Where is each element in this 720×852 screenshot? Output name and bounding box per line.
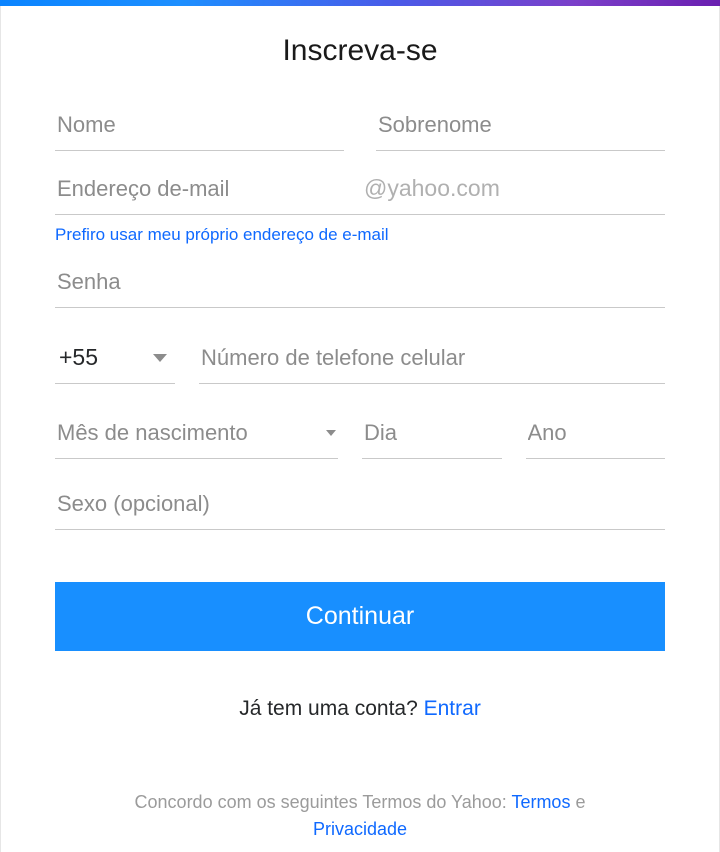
phone-field [199,335,665,384]
phone-row: +55 [55,334,665,384]
email-domain-label: @yahoo.com [354,165,665,215]
email-input[interactable] [55,166,354,215]
first-name-input[interactable] [55,102,344,151]
gender-input[interactable] [55,481,665,530]
country-code-select[interactable]: +55 [55,334,175,384]
already-question: Já tem uma conta? [239,697,423,720]
birthdate-row: Mês de nascimento [55,410,665,459]
page-title: Inscreva-se [55,34,665,68]
birth-year-field [526,410,666,459]
birth-month-label: Mês de nascimento [57,420,248,446]
birth-year-input[interactable] [526,410,666,459]
continue-button[interactable]: Continuar [55,582,665,651]
birth-day-input[interactable] [362,410,502,459]
gender-row [55,481,665,530]
name-row [55,102,665,151]
login-link[interactable]: Entrar [424,697,481,720]
first-name-field [55,102,344,151]
last-name-field [376,102,665,151]
chevron-down-icon [326,430,336,436]
last-name-input[interactable] [376,102,665,151]
password-row [55,259,665,308]
country-code-value: +55 [59,344,98,371]
use-own-email-link[interactable]: Prefiro usar meu próprio endereço de e-m… [55,225,389,245]
agree-and: e [570,792,585,812]
chevron-down-icon [153,354,167,362]
signup-form: Inscreva-se @yahoo.com Prefiro usar meu … [0,6,720,852]
password-input[interactable] [55,259,665,308]
already-have-account: Já tem uma conta? Entrar [55,697,665,721]
privacy-link[interactable]: Privacidade [313,819,407,839]
phone-input[interactable] [199,335,665,384]
email-field [55,166,354,215]
terms-link[interactable]: Termos [511,792,570,812]
agree-prefix: Concordo com os seguintes Termos do Yaho… [135,792,512,812]
email-row: @yahoo.com [55,165,665,215]
birth-month-select[interactable]: Mês de nascimento [55,410,338,459]
terms-agreement: Concordo com os seguintes Termos do Yaho… [55,789,665,843]
birth-day-field [362,410,502,459]
